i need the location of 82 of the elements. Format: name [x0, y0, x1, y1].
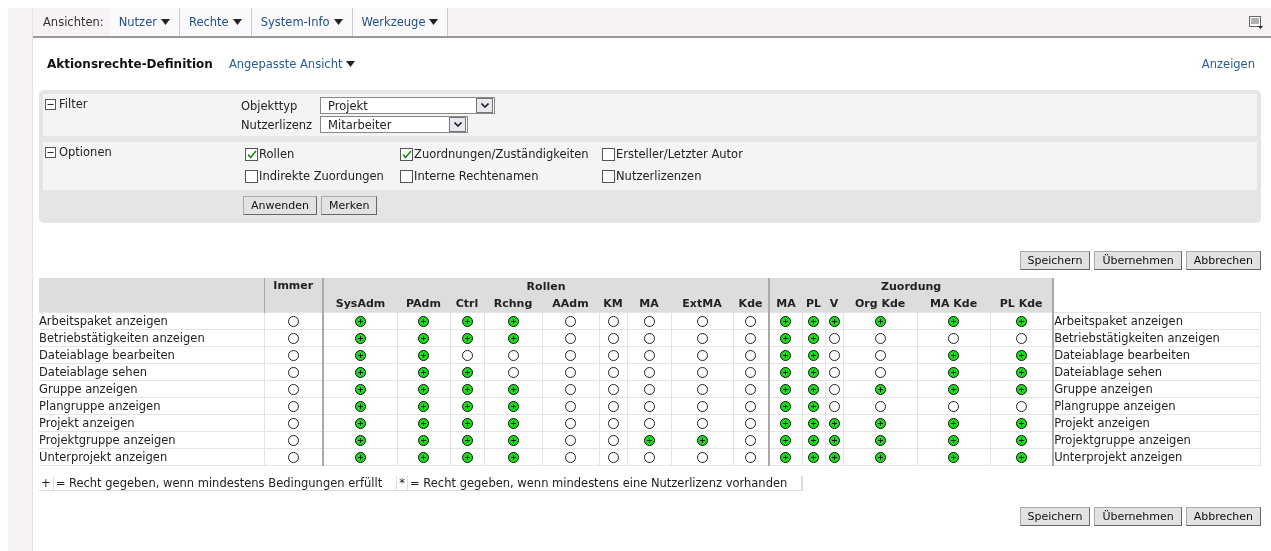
- caret-icon: [346, 61, 356, 67]
- right-label: Unterprojekt anzeigen: [1054, 450, 1183, 464]
- action-button[interactable]: Speichern: [1019, 251, 1091, 270]
- chevron-down-icon: [453, 122, 462, 127]
- caret-icon: [429, 19, 439, 25]
- checkbox[interactable]: [602, 147, 615, 161]
- section-title: Filter: [59, 97, 88, 111]
- filter-button[interactable]: Merken: [320, 196, 378, 215]
- checkbox[interactable]: [245, 147, 258, 161]
- checkbox[interactable]: [400, 147, 413, 161]
- chevron-down-icon: [480, 103, 489, 108]
- menu-label: Ansichten:: [42, 14, 105, 31]
- right-label: Arbeitspaket anzeigen: [39, 314, 168, 328]
- right-label: Arbeitspaket anzeigen: [1054, 314, 1183, 328]
- action-button[interactable]: Abbrechen: [1185, 507, 1261, 526]
- right-label: Betriebstätigkeiten anzeigen: [39, 331, 205, 345]
- checkbox[interactable]: [400, 169, 413, 183]
- select-field[interactable]: Mitarbeiter: [320, 116, 469, 133]
- right-label: Projektgruppe anzeigen: [39, 433, 176, 447]
- column-header: SysAdm: [335, 297, 386, 310]
- menu-item[interactable]: Nutzer: [109, 8, 180, 36]
- view-dropdown[interactable]: Angepasste Ansicht: [228, 57, 356, 71]
- right-label: Plangruppe anzeigen: [1054, 399, 1176, 413]
- column-header: Immer: [273, 279, 314, 292]
- filter-button[interactable]: Anwenden: [243, 196, 317, 215]
- action-button[interactable]: Speichern: [1019, 507, 1091, 526]
- checkbox-label: Nutzerlizenzen: [616, 169, 702, 183]
- right-label: Plangruppe anzeigen: [39, 399, 161, 413]
- menu-item[interactable]: Rechte: [179, 8, 252, 36]
- checkbox-label: Rollen: [259, 147, 295, 161]
- action-button[interactable]: Übernehmen: [1094, 507, 1182, 526]
- right-label: Betriebstätigkeiten anzeigen: [1054, 331, 1220, 345]
- collapse-icon[interactable]: [45, 99, 56, 110]
- caret-icon: [232, 19, 242, 25]
- right-label: Projekt anzeigen: [1054, 416, 1150, 430]
- checkbox[interactable]: [245, 169, 258, 183]
- column-header: PL Kde: [999, 297, 1043, 310]
- caret-icon: [333, 19, 343, 25]
- checkbox[interactable]: [602, 169, 615, 183]
- column-header: PAdm: [406, 297, 441, 310]
- column-header: Kde: [738, 297, 763, 310]
- column-header: Ctrl: [455, 297, 479, 310]
- checkbox-label: Indirekte Zuordungen: [259, 169, 384, 183]
- checkbox-label: Zuordnungen/Zuständigkeiten: [414, 147, 589, 161]
- right-label: Gruppe anzeigen: [1054, 382, 1153, 396]
- field-label: Nutzerlizenz: [241, 117, 313, 132]
- show-link[interactable]: Anzeigen: [1201, 57, 1255, 71]
- right-label: Unterprojekt anzeigen: [39, 450, 168, 464]
- caret-icon: [160, 19, 170, 25]
- column-header: MA Kde: [930, 297, 978, 310]
- right-label: Projektgruppe anzeigen: [1054, 433, 1191, 447]
- column-header: PL: [806, 297, 822, 310]
- menu-item[interactable]: Werkzeuge: [352, 8, 449, 36]
- right-label: Gruppe anzeigen: [39, 382, 138, 396]
- right-label: Dateiablage bearbeiten: [39, 348, 175, 362]
- checkbox-label: Ersteller/Letzter Autor: [616, 147, 743, 161]
- legend-text: = Recht gegeben, wenn mindestens Bedingungen erfüllt: [53, 476, 398, 490]
- column-header: Rchng: [493, 297, 533, 310]
- column-header: MA: [639, 297, 659, 310]
- section-title: Optionen: [59, 145, 112, 159]
- column-header: MA: [776, 297, 796, 310]
- right-label: Dateiablage sehen: [39, 365, 148, 379]
- select-field[interactable]: Projekt: [320, 97, 496, 114]
- group-header: Zuordung: [881, 280, 942, 293]
- action-button[interactable]: Übernehmen: [1094, 251, 1182, 270]
- legend-text: = Recht gegeben, wenn mindestens eine Nutzerlizenz vorhanden: [408, 476, 803, 490]
- column-header: V: [829, 297, 839, 310]
- collapse-icon[interactable]: [45, 147, 56, 158]
- column-header: ExtMA: [682, 297, 722, 310]
- column-header: KM: [603, 297, 623, 310]
- action-button[interactable]: Abbrechen: [1185, 251, 1261, 270]
- right-label: Dateiablage bearbeiten: [1054, 348, 1191, 362]
- menu-item[interactable]: System-Info: [251, 8, 353, 36]
- group-header: Rollen: [526, 280, 566, 293]
- column-header: AAdm: [552, 297, 589, 310]
- page-title: Aktionsrechte-Definition: [47, 57, 213, 71]
- right-label: Dateiablage sehen: [1054, 365, 1163, 379]
- right-label: Projekt anzeigen: [39, 416, 135, 430]
- list-menu-icon[interactable]: [1249, 15, 1263, 29]
- field-label: Objekttyp: [241, 98, 299, 113]
- checkbox-label: Interne Rechtenamen: [414, 169, 539, 183]
- column-header: Org Kde: [854, 297, 906, 310]
